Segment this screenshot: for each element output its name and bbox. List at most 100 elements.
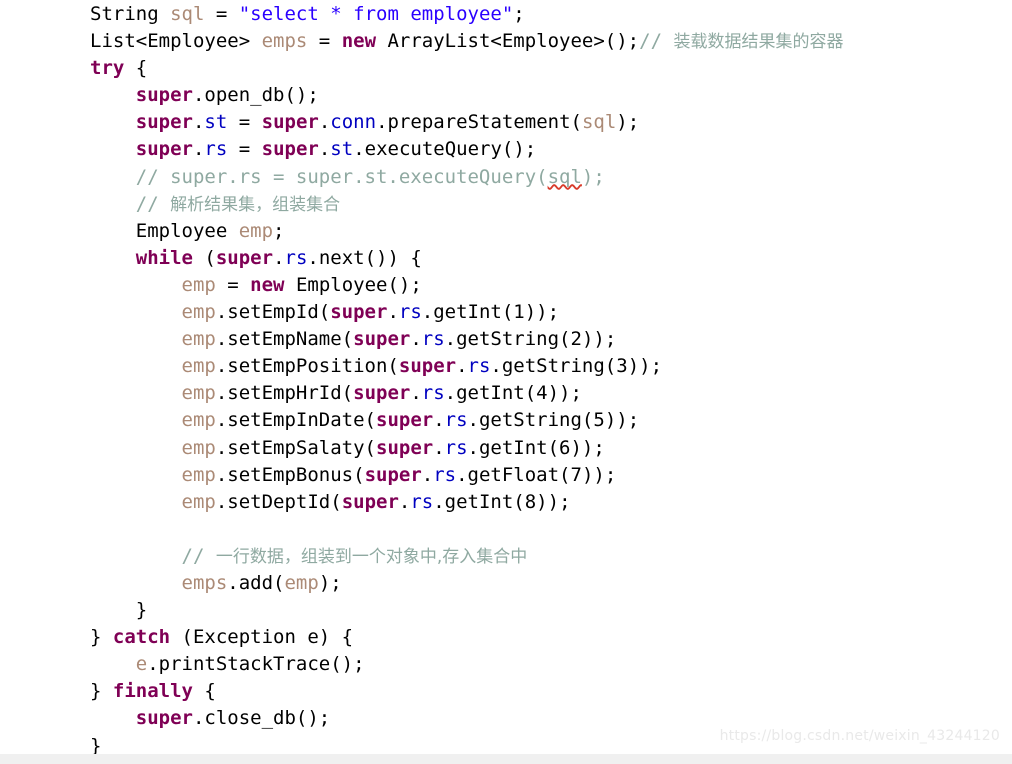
code-line[interactable]: emp.setEmpName(super.rs.getString(2)); [0,326,1012,353]
code-token-plain: .setDeptId( [215,490,342,513]
code-line[interactable]: super.rs = super.st.executeQuery(); [0,136,1012,163]
code-line[interactable]: super.st = super.conn.prepareStatement(s… [0,109,1012,136]
code-token-plain: = [215,273,251,296]
code-token-plain: .getInt(6)); [467,436,605,459]
code-token-local-variable: sql [170,3,205,25]
code-line[interactable]: Employee emp; [0,218,1012,245]
code-token-plain: = [307,30,342,53]
code-token-keyword: new [341,30,377,53]
code-token-plain: . [410,328,422,351]
code-line[interactable]: e.printStackTrace(); [0,651,1012,678]
code-token-plain: String [90,3,171,25]
code-line[interactable]: } finally { [0,678,1012,705]
code-token-keyword: finally [112,680,193,703]
code-line[interactable] [0,516,1012,543]
code-token-field: st [204,111,228,134]
code-line[interactable]: super.open_db(); [0,82,1012,109]
code-line[interactable]: emp.setEmpSalaty(super.rs.getInt(6)); [0,435,1012,462]
code-token-string: "select * from employee" [238,3,514,25]
code-token-plain: . [398,490,411,513]
code-token-keyword: super [330,301,388,324]
code-token-field: rs [467,355,491,378]
code-token-keyword: super [353,328,411,351]
code-token-plain: .next()) { [307,246,422,269]
code-token-plain: Employee [135,219,239,242]
code-line[interactable]: emp.setEmpInDate(super.rs.getString(5)); [0,407,1012,434]
code-token-field: conn [330,111,377,134]
code-token-field: rs [444,436,468,459]
code-token-plain: } [135,599,148,622]
code-token-local-variable: emp [181,490,216,513]
code-token-plain: .getFloat(7)); [456,463,617,486]
code-token-local-variable: emps [261,30,308,53]
code-line[interactable]: List<Employee> emps = new ArrayList<Empl… [0,28,1012,55]
code-line[interactable]: emp.setEmpId(super.rs.getInt(1)); [0,299,1012,326]
code-line[interactable]: // super.rs = super.st.executeQuery(sql)… [0,164,1012,191]
code-token-keyword: super [364,463,422,486]
code-token-plain: . [192,138,205,161]
code-token-keyword: while [135,246,193,269]
bottom-strip [0,754,1012,764]
code-line[interactable]: emp = new Employee(); [0,272,1012,299]
code-token-comment: // super.rs = super.st.executeQuery( [135,165,548,188]
code-token-comment-cjk: 一行数据，组装到一个对象中,存入集合中 [215,546,528,567]
code-token-plain: .setEmpPosition( [215,355,399,378]
code-line[interactable]: // 解析结果集，组装集合 [0,191,1012,218]
code-token-comment-misspelled: sql [547,165,582,188]
code-token-plain: .setEmpId( [215,301,331,324]
code-token-keyword: super [261,138,319,161]
code-line[interactable]: emp.setDeptId(super.rs.getInt(8)); [0,489,1012,516]
code-token-field: rs [398,301,422,324]
code-token-plain: = [227,111,262,134]
code-line[interactable]: while (super.rs.next()) { [0,245,1012,272]
code-line[interactable]: String sql = "select * from employee"; [0,1,1012,28]
code-line[interactable]: emp.setEmpHrId(super.rs.getInt(4)); [0,380,1012,407]
code-token-plain: { [192,680,216,703]
code-token-plain: . [433,409,445,432]
code-token-plain: . [421,463,434,486]
code-token-local-variable: emp [181,463,216,486]
code-line[interactable]: try { [0,55,1012,82]
code-line[interactable]: } catch (Exception e) { [0,624,1012,651]
code-token-comment: // [639,30,674,53]
code-token-local-variable: emp [181,409,216,432]
code-line[interactable]: } [0,597,1012,624]
code-token-plain: ); [318,571,342,594]
code-token-plain: = [204,3,239,25]
code-token-local-variable: sql [581,111,617,134]
code-token-plain: ; [513,3,525,25]
code-token-plain: .prepareStatement( [376,111,582,134]
code-token-local-variable: emp [181,436,216,459]
code-token-local-variable: emps [181,571,228,594]
code-token-plain: .setEmpBonus( [215,463,365,486]
code-token-plain: ; [273,219,285,242]
code-line[interactable]: emps.add(emp); [0,570,1012,597]
code-token-plain: . [273,246,285,269]
code-token-plain: . [456,355,468,378]
code-token-field: rs [284,246,308,269]
java-code-block[interactable]: String sql = "select * from employee"; Li… [0,0,1012,760]
code-token-plain: . [318,111,331,134]
code-token-local-variable: emp [238,219,274,242]
code-token-plain: = [227,138,262,161]
code-token-plain: .getString(5)); [467,409,640,432]
code-token-field: rs [421,328,445,351]
code-line[interactable]: emp.setEmpBonus(super.rs.getFloat(7)); [0,462,1012,489]
code-token-field: rs [444,409,468,432]
code-token-keyword: new [250,273,285,296]
code-token-plain: ); [616,111,640,134]
code-line[interactable]: // 一行数据，组装到一个对象中,存入集合中 [0,543,1012,570]
code-token-plain: ( [192,246,216,269]
code-line[interactable]: emp.setEmpPosition(super.rs.getString(3)… [0,353,1012,380]
code-token-plain: .getInt(8)); [433,490,571,513]
code-token-keyword: super [353,382,411,405]
code-token-local-variable: emp [181,355,216,378]
